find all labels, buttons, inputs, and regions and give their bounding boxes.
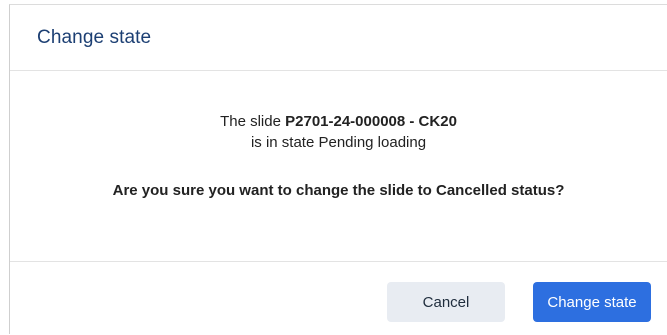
cancel-button[interactable]: Cancel [387, 282, 505, 322]
dialog-footer: Cancel Change state [10, 262, 667, 335]
dialog-title: Change state [37, 26, 152, 48]
slide-id: P2701-24-000008 - CK20 [285, 113, 457, 130]
change-state-dialog: Change state The slide P2701-24-000008 -… [9, 4, 667, 334]
slide-info-line: The slide P2701-24-000008 - CK20 [10, 113, 667, 130]
dialog-header: Change state [10, 5, 667, 71]
dialog-body: The slide P2701-24-000008 - CK20 is in s… [10, 71, 667, 262]
confirm-question: Are you sure you want to change the slid… [112, 182, 565, 199]
state-info-line: is in state Pending loading [250, 134, 427, 151]
slide-prefix-text: The slide [220, 113, 286, 130]
change-state-button[interactable]: Change state [533, 282, 651, 322]
